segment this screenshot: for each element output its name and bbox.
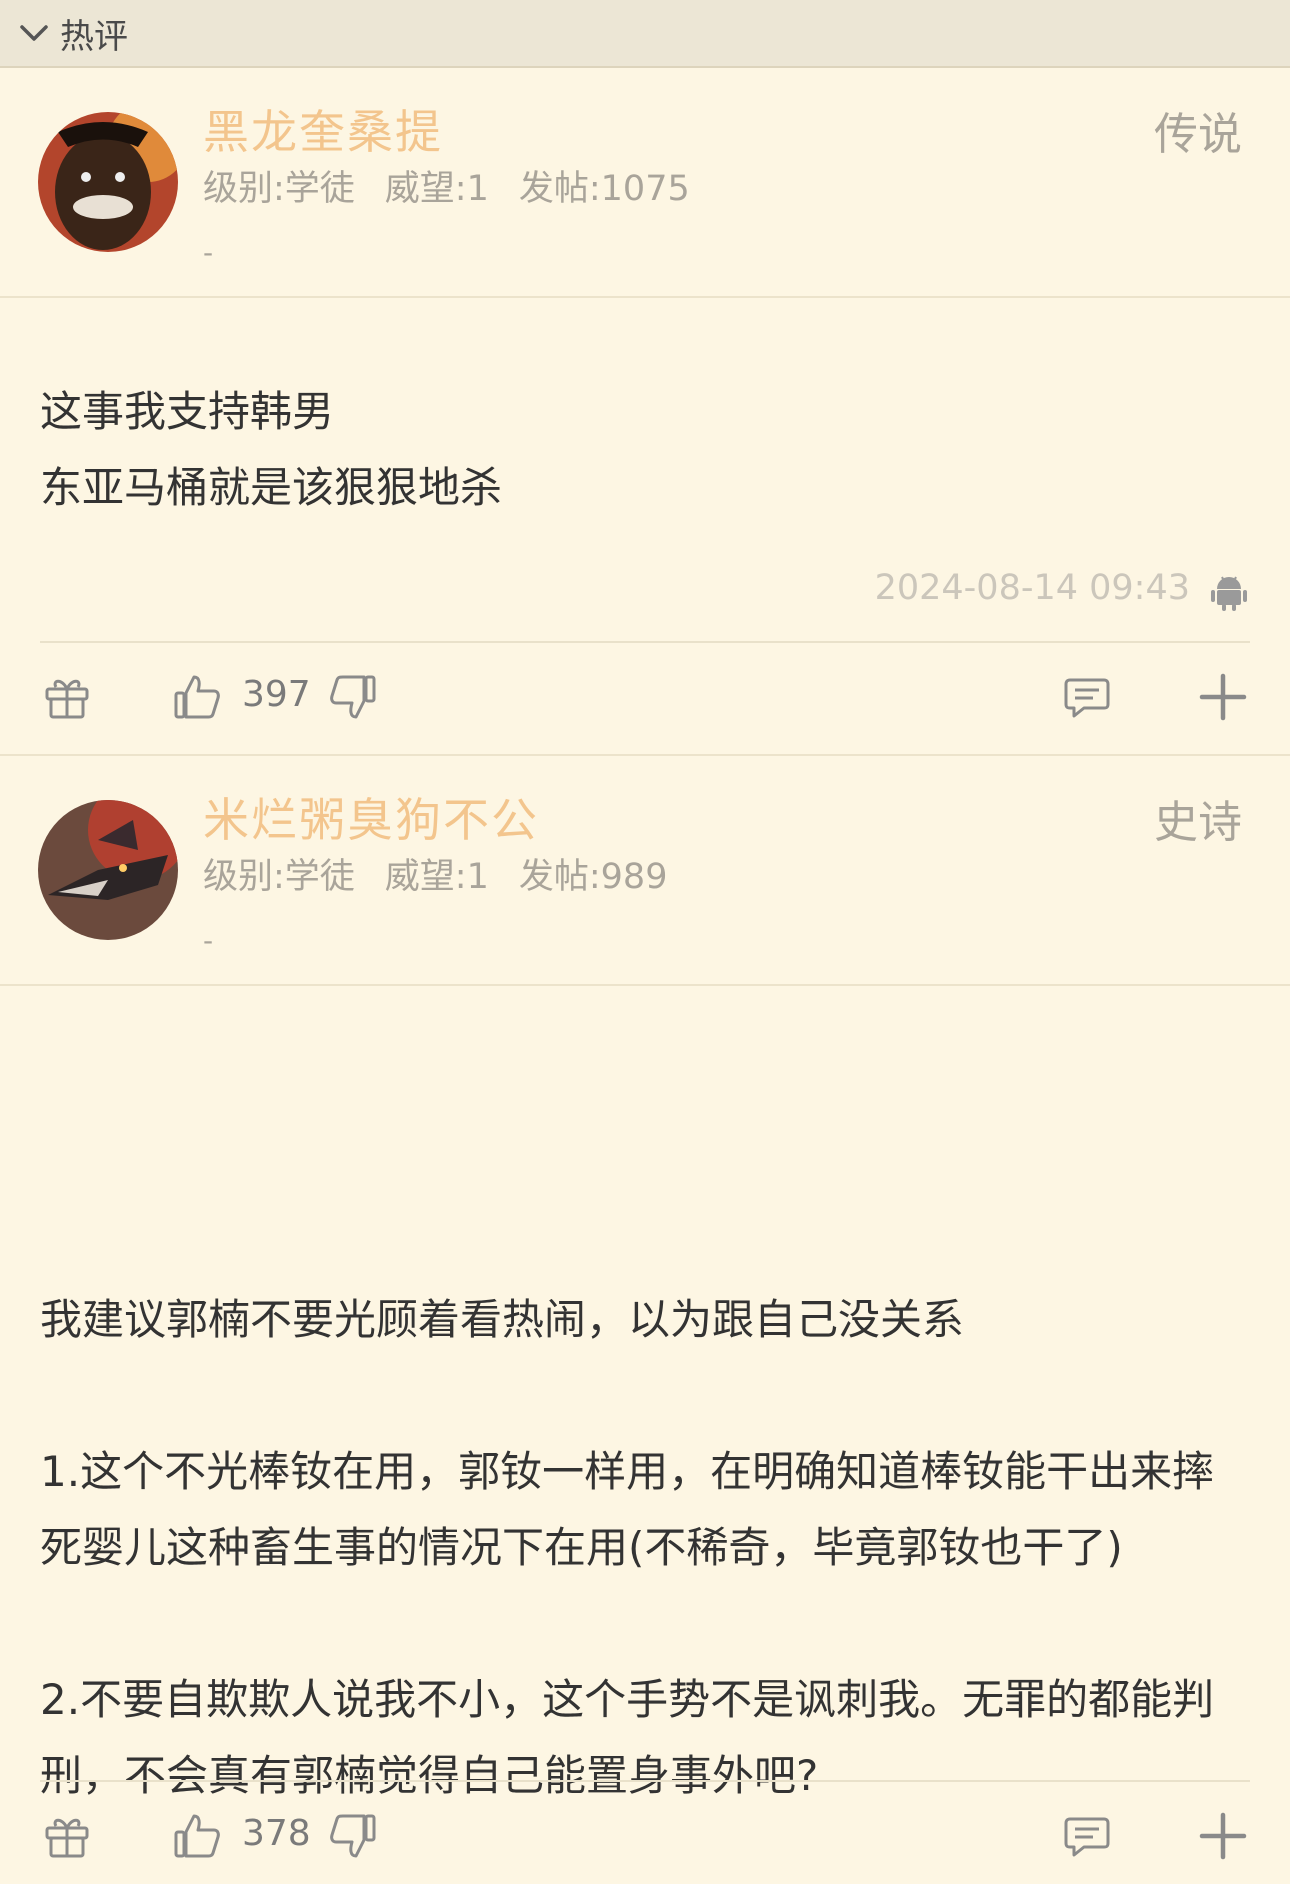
thumbs-down-icon[interactable] (328, 672, 378, 722)
content-line: 这事我支持韩男 (40, 387, 335, 436)
user-prestige: 威望:1 (384, 857, 489, 897)
content-line (40, 1358, 1250, 1434)
comment-icon[interactable] (1062, 672, 1112, 722)
rank-badge: 传说 (1154, 109, 1242, 160)
post-header: 米烂粥臭狗不公 史诗 级别:学徒 威望:1 发帖:989 - (0, 756, 1290, 986)
gift-icon[interactable] (42, 1811, 92, 1861)
content-line: 东亚马桶就是该狠狠地杀 (40, 463, 503, 512)
user-post-count: 发帖:989 (518, 857, 668, 897)
thumbs-down-icon[interactable] (328, 1811, 378, 1861)
plus-icon[interactable] (1198, 1811, 1248, 1861)
user-prestige: 威望:1 (384, 169, 489, 209)
action-bar: 378 (0, 1795, 1290, 1875)
avatar[interactable] (38, 112, 178, 252)
content-line: 2.不要自欺欺人说我不小，这个手势不是讽刺我。无罪的都能判刑，不会真有郭楠觉得自… (40, 1675, 1215, 1800)
action-bar: 397 (0, 656, 1290, 736)
user-level: 级别:学徒 (203, 857, 355, 897)
comment-icon[interactable] (1062, 1811, 1112, 1861)
post-content: 我建议郭楠不要光顾着看热闹，以为跟自己没关系 1.这个不光棒钕在用，郭钕一样用，… (40, 1282, 1250, 1814)
user-level: 级别:学徒 (203, 169, 355, 209)
like-count: 397 (242, 674, 311, 715)
gift-icon[interactable] (42, 672, 92, 722)
avatar[interactable] (38, 800, 178, 940)
rank-badge: 史诗 (1154, 797, 1242, 848)
chevron-down-icon (20, 25, 48, 41)
user-meta: 级别:学徒 威望:1 发帖:1075 (203, 160, 690, 211)
user-signature: - (203, 236, 214, 269)
plus-icon[interactable] (1198, 672, 1248, 722)
content-line (40, 1586, 1250, 1662)
android-icon (1211, 576, 1247, 611)
content-line: 1.这个不光棒钕在用，郭钕一样用，在明确知道棒钕能干出来摔死婴儿这种畜生事的情况… (40, 1447, 1215, 1572)
thumbs-up-icon[interactable] (172, 672, 222, 722)
hot-comments-header[interactable]: 热评 (0, 0, 1290, 68)
divider (40, 1780, 1250, 1782)
user-post-count: 发帖:1075 (518, 169, 690, 209)
username[interactable]: 米烂粥臭狗不公 (203, 784, 539, 850)
content-line: 我建议郭楠不要光顾着看热闹，以为跟自己没关系 (40, 1295, 965, 1344)
comment-post: 黑龙奎桑提 传说 级别:学徒 威望:1 发帖:1075 - 这事我支持韩男 东亚… (0, 68, 1290, 753)
user-signature: - (203, 924, 214, 957)
username[interactable]: 黑龙奎桑提 (203, 96, 443, 162)
post-header: 黑龙奎桑提 传说 级别:学徒 威望:1 发帖:1075 - (0, 68, 1290, 298)
post-content: 这事我支持韩男 东亚马桶就是该狠狠地杀 (40, 374, 1250, 526)
section-title: 热评 (60, 16, 128, 57)
like-count: 378 (242, 1813, 311, 1854)
user-meta: 级别:学徒 威望:1 发帖:989 (203, 848, 667, 899)
thumbs-up-icon[interactable] (172, 1811, 222, 1861)
post-timestamp: 2024-08-14 09:43 (874, 568, 1190, 608)
comment-post: 米烂粥臭狗不公 史诗 级别:学徒 威望:1 发帖:989 - 我建议郭楠不要光顾… (0, 756, 1290, 1884)
divider (40, 641, 1250, 643)
